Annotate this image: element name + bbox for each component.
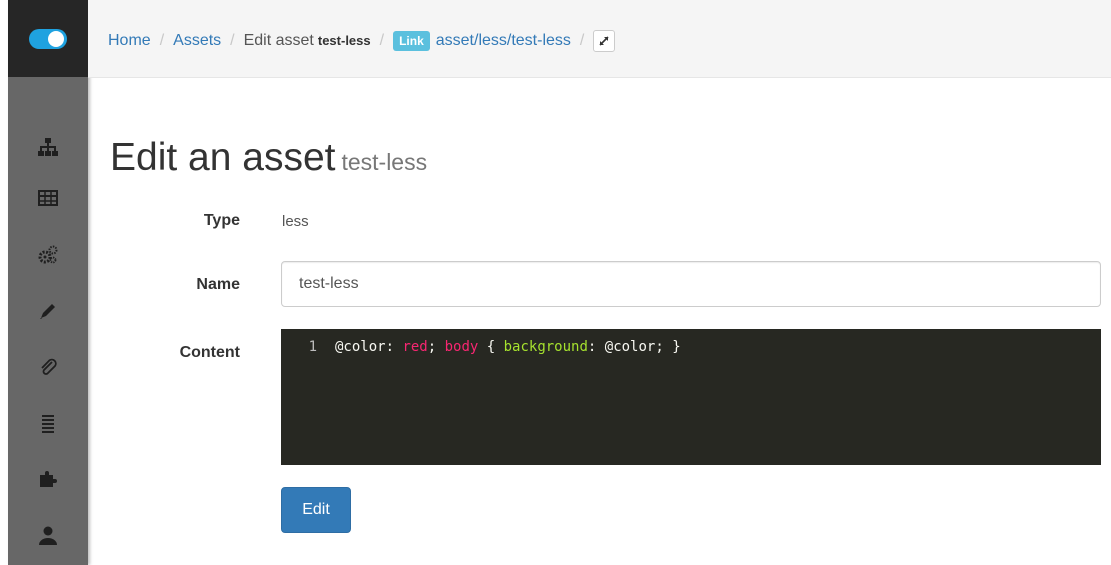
user-icon[interactable] <box>8 520 88 550</box>
edit-submit-button[interactable]: Edit <box>281 487 351 533</box>
breadcrumb-home-link[interactable]: Home <box>108 32 151 50</box>
topbar: Home / Assets / Edit asset test-less / Li… <box>88 0 1111 78</box>
code-token: body <box>444 339 479 355</box>
expand-button[interactable] <box>593 30 616 52</box>
code-token: background <box>503 339 588 355</box>
code-token: @color: <box>335 339 403 355</box>
expand-icon <box>599 36 609 46</box>
pencil-icon[interactable] <box>8 296 88 326</box>
type-label: Type <box>203 212 240 229</box>
code-token: ; <box>427 339 445 355</box>
page-title: Edit an asset test-less <box>110 136 427 180</box>
logo-toggle-icon[interactable] <box>29 28 67 49</box>
breadcrumb-current-name: test-less <box>317 33 371 48</box>
list-icon[interactable] <box>8 408 88 438</box>
page-title-main: Edit an asset <box>110 136 336 179</box>
asset-path-link[interactable]: asset/less/test-less <box>436 32 571 50</box>
breadcrumb-assets-link[interactable]: Assets <box>173 32 221 50</box>
page-title-sub: test-less <box>341 149 428 175</box>
code-token: red <box>402 339 428 355</box>
sidebar-header <box>8 0 88 77</box>
line-number: 1 <box>308 339 317 355</box>
code-token: : @color; } <box>587 339 681 355</box>
link-badge: Link <box>393 31 430 51</box>
code-line[interactable]: @color: red; body { background: @color; … <box>335 339 681 355</box>
name-label: Name <box>196 276 240 293</box>
breadcrumb-separator: / <box>579 32 585 49</box>
sitemap-icon[interactable] <box>8 132 88 162</box>
breadcrumb-separator: / <box>159 32 165 49</box>
code-editor[interactable]: 1 @color: red; body { background: @color… <box>281 329 1101 465</box>
breadcrumb-separator: / <box>379 32 385 49</box>
code-token: { <box>478 339 504 355</box>
sidebar <box>8 0 88 565</box>
breadcrumb-separator: / <box>230 32 235 49</box>
content-label: Content <box>179 344 240 361</box>
name-input[interactable] <box>281 261 1101 307</box>
breadcrumb: Home / Assets / Edit asset test-less / Li… <box>108 30 616 52</box>
table-icon[interactable] <box>8 183 88 213</box>
type-value: less <box>282 213 309 230</box>
cogs-icon[interactable] <box>8 240 88 270</box>
paperclip-icon[interactable] <box>8 352 88 382</box>
breadcrumb-current-prefix: Edit asset <box>243 32 314 49</box>
breadcrumb-current: Edit asset test-less <box>244 32 371 50</box>
puzzle-icon[interactable] <box>8 463 88 493</box>
left-edge <box>0 0 8 565</box>
